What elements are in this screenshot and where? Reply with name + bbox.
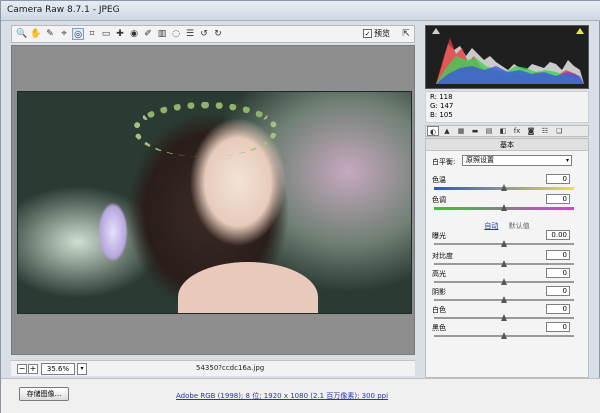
blacks-value-field[interactable]: 0 <box>546 322 570 332</box>
white-balance-value: 原照设置 <box>466 156 494 164</box>
white-balance-select[interactable]: 原照设置 ▾ <box>462 155 572 166</box>
shadow-clipping-warning-icon[interactable] <box>432 28 440 34</box>
panel-tab-0[interactable]: ◐ <box>427 126 439 136</box>
straighten-tool-icon[interactable]: ▭ <box>100 28 112 40</box>
panel-tab-2[interactable]: ▦ <box>455 126 467 136</box>
bottom-bar: 存储图像... Adobe RGB (1998); 8 位; 1920 x 10… <box>1 378 600 413</box>
white-balance-tool-icon[interactable]: ✎ <box>44 28 56 40</box>
preview-toggle[interactable]: ✓ 预览 <box>363 28 390 39</box>
preview-checkbox[interactable]: ✓ <box>363 29 372 38</box>
panel-tab-9[interactable]: ❏ <box>553 126 565 136</box>
preview-photo <box>17 91 412 314</box>
fullscreen-icon[interactable]: ⇱ <box>400 28 412 40</box>
slider-row-contrast: 对比度 0 <box>426 250 588 269</box>
hand-tool-icon[interactable]: ✋ <box>30 28 42 40</box>
slider-row-temp: 色温 0 <box>426 174 588 193</box>
panel-tab-8[interactable]: ☷ <box>539 126 551 136</box>
highlights-value-field[interactable]: 0 <box>546 268 570 278</box>
tint-value-field[interactable]: 0 <box>546 194 570 204</box>
contrast-value-field[interactable]: 0 <box>546 250 570 260</box>
adjustment-panel-tabs: ◐ ▲ ▦ ▬ ▤ ◧ fx ◙ ☷ ❏ <box>425 125 589 137</box>
file-name: 54350?ccdc16a.jpg <box>196 364 265 372</box>
preferences-icon[interactable]: ☰ <box>184 28 196 40</box>
panel-tab-7[interactable]: ◙ <box>525 126 537 136</box>
rotate-right-icon[interactable]: ↻ <box>212 28 224 40</box>
slider-row-whites: 白色 0 <box>426 304 588 323</box>
rotate-left-icon[interactable]: ↺ <box>198 28 210 40</box>
highlights-label: 高光 <box>432 270 446 278</box>
auto-link[interactable]: 自动 <box>484 222 498 230</box>
rgb-readout: R: 118 G: 147 B: 105 <box>425 91 589 123</box>
zoom-status-bar: − + 35.6% ▾ 54350?ccdc16a.jpg <box>11 360 415 376</box>
adjustment-brush-icon[interactable]: ✐ <box>142 28 154 40</box>
whites-label: 白色 <box>432 306 446 314</box>
red-eye-tool-icon[interactable]: ◉ <box>128 28 140 40</box>
preview-canvas <box>11 45 415 355</box>
rgb-readout-r: R: 118 <box>430 93 453 101</box>
panel-title: 基本 <box>426 139 588 151</box>
tint-label: 色调 <box>432 196 446 204</box>
blacks-label: 黑色 <box>432 324 446 332</box>
shadows-label: 阴影 <box>432 288 446 296</box>
panel-tab-6[interactable]: fx <box>511 126 523 136</box>
exposure-label: 曝光 <box>432 232 446 240</box>
panel-tab-5[interactable]: ◧ <box>497 126 509 136</box>
save-image-button[interactable]: 存储图像... <box>19 387 69 401</box>
targeted-adjustment-tool-icon[interactable]: ◎ <box>72 28 84 40</box>
chevron-down-icon: ▾ <box>565 157 569 164</box>
zoom-in-button[interactable]: + <box>28 364 38 374</box>
slider-row-highlights: 高光 0 <box>426 268 588 287</box>
radial-filter-icon[interactable]: ◌ <box>170 28 182 40</box>
temp-value-field[interactable]: 0 <box>546 174 570 184</box>
panel-tab-3[interactable]: ▬ <box>469 126 481 136</box>
window-title: Camera Raw 8.7.1 - JPEG <box>7 5 120 15</box>
exposure-value-field[interactable]: 0.00 <box>546 230 570 240</box>
spot-removal-tool-icon[interactable]: ✚ <box>114 28 126 40</box>
photo-flower-wreath <box>133 102 278 157</box>
photo-lavender-flower <box>98 202 128 262</box>
photo-subject-shoulder <box>178 262 318 313</box>
slider-row-exposure: 曝光 0.00 <box>426 230 588 249</box>
zoom-tool-icon[interactable]: 🔍 <box>16 28 28 40</box>
highlight-clipping-warning-icon[interactable] <box>576 28 584 34</box>
white-balance-label: 白平衡: <box>432 158 456 166</box>
zoom-level-field[interactable]: 35.6% <box>41 363 75 375</box>
title-bar: Camera Raw 8.7.1 - JPEG <box>1 1 600 21</box>
whites-value-field[interactable]: 0 <box>546 304 570 314</box>
panel-tab-1[interactable]: ▲ <box>441 126 453 136</box>
default-link[interactable]: 默认值 <box>509 222 530 230</box>
workflow-options-link[interactable]: Adobe RGB (1998); 8 位; 1920 x 1080 (2.1 … <box>176 391 388 401</box>
tool-bar: 🔍 ✋ ✎ ⌖ ◎ ⌗ ▭ ✚ ◉ ✐ ▥ ◌ ☰ ↺ ↻ ✓ 预览 ⇱ <box>11 25 415 43</box>
zoom-out-button[interactable]: − <box>17 364 27 374</box>
preview-label: 预览 <box>374 29 390 38</box>
color-sampler-tool-icon[interactable]: ⌖ <box>58 28 70 40</box>
panel-tab-4[interactable]: ▤ <box>483 126 495 136</box>
slider-row-shadows: 阴影 0 <box>426 286 588 305</box>
histogram-graph <box>432 28 584 84</box>
contrast-label: 对比度 <box>432 252 453 260</box>
crop-tool-icon[interactable]: ⌗ <box>86 28 98 40</box>
zoom-dropdown-button[interactable]: ▾ <box>77 363 87 375</box>
rgb-readout-b: B: 105 <box>430 111 453 119</box>
camera-raw-window: Camera Raw 8.7.1 - JPEG 🔍 ✋ ✎ ⌖ ◎ ⌗ ▭ ✚ ◉ ✐ ▥ ◌ ☰ ↺ ↻ … <box>0 0 600 413</box>
histogram <box>425 25 589 89</box>
rgb-readout-g: G: 147 <box>430 102 454 110</box>
graduated-filter-icon[interactable]: ▥ <box>156 28 168 40</box>
temp-label: 色温 <box>432 176 446 184</box>
slider-row-blacks: 黑色 0 <box>426 322 588 341</box>
basic-panel: 基本 白平衡: 原照设置 ▾ 自动 默认值 色温 0 色调 0 曝光 0.00 对比度 0 高光… <box>425 138 589 378</box>
slider-row-tint: 色调 0 <box>426 194 588 213</box>
shadows-value-field[interactable]: 0 <box>546 286 570 296</box>
